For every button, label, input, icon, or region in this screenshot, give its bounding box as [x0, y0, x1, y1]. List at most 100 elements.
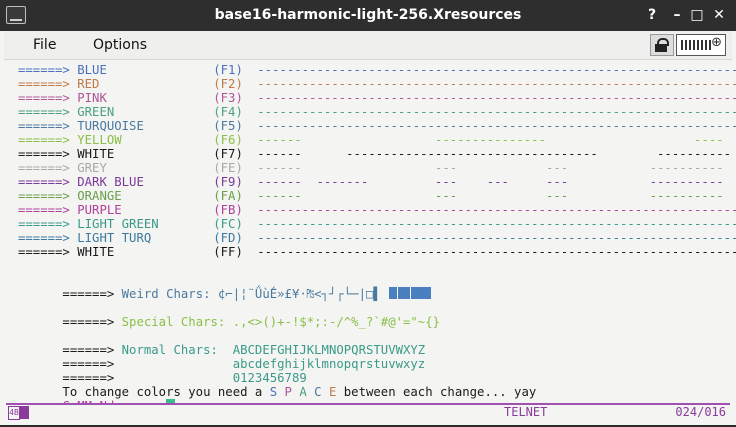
weird-chars: ¢⌐|¦¨Ǘù̃É»£¥·₧<┐┘┌└─|□▌	[217, 287, 381, 301]
special-chars: .,<>()+-!$*;:-/^%_?`#@'="~{}	[232, 315, 441, 329]
row-color-name: RED	[77, 77, 100, 91]
menu-bar: File Options	[4, 31, 732, 60]
lock-icon[interactable]	[650, 34, 674, 56]
row-color-name: WHITE	[77, 245, 115, 259]
menu-file[interactable]: File	[33, 31, 56, 59]
color-row: ======> WHITE (FF) -----------------------…	[18, 245, 736, 259]
color-row: ======> LIGHT TURQ (FD) ------------------…	[18, 231, 736, 245]
status-icons	[650, 34, 726, 56]
close-icon[interactable]: ✕	[709, 5, 729, 25]
row-function-key: (FB)	[213, 203, 243, 217]
normal-chars-line-digits: ======> 0123456789	[18, 357, 306, 385]
row-color-name: BLUE	[77, 63, 107, 77]
minimize-icon[interactable]: –	[667, 5, 687, 25]
row-dashes: ------ --- --- ----------	[257, 189, 724, 203]
row-arrow: ======>	[18, 91, 70, 105]
color-row: ======> PURPLE (FB) ----------------------…	[18, 203, 736, 217]
row-dashes: ------ ---------------------------------…	[257, 147, 732, 161]
row-dashes: ------ ------- --- --- --- ----------	[257, 175, 724, 189]
window-title: base16-harmonic-light-256.Xresources	[214, 7, 522, 23]
color-row: ======> TURQUOISE (F5) -------------------…	[18, 119, 736, 133]
color-row: ======> GREEN (F4) -----------------------…	[18, 105, 736, 119]
row-color-name: TURQUOISE	[77, 119, 144, 133]
row-function-key: (F1)	[213, 63, 243, 77]
x3270-window: base16-harmonic-light-256.Xresources ? –…	[0, 0, 736, 425]
row-function-key: (F4)	[213, 105, 243, 119]
status-badge: 4B	[8, 406, 20, 420]
keyboard-icon[interactable]	[676, 34, 726, 56]
special-chars-line: ======> Special Chars: .,<>()+-!$*;:-/^%…	[18, 301, 440, 329]
row-arrow: ======>	[18, 77, 70, 91]
row-arrow: ======>	[18, 133, 70, 147]
status-bar: 4B TELNET 024/016	[6, 403, 730, 421]
info-a: A	[299, 385, 307, 399]
row-dashes: ----------------------------------------…	[257, 77, 736, 91]
row-arrow: ======>	[18, 217, 70, 231]
row-function-key: (FC)	[213, 217, 243, 231]
row-dashes: ------ --- --- ----------	[257, 161, 724, 175]
info-s: S	[269, 385, 278, 399]
row-function-key: (F7)	[213, 147, 243, 161]
row-dashes: ----------------------------------------…	[257, 105, 736, 119]
row-function-key: (FA)	[213, 189, 243, 203]
weird-block	[410, 287, 431, 299]
color-row: ======> BLUE (F1) ------------------------…	[18, 63, 736, 77]
status-block-icon	[20, 406, 29, 419]
color-row: ======> WHITE (F7) ------ ----------------…	[18, 147, 731, 161]
color-row: ======> LIGHT GREEN (FC) -----------------…	[18, 217, 736, 231]
row-arrow: ======>	[18, 147, 70, 161]
row-arrow: ======>	[18, 231, 70, 245]
terminal-screen[interactable]: ======> BLUE (F1) ------------------------…	[6, 60, 736, 413]
maximize-icon[interactable]: □	[687, 5, 707, 25]
arrow: ======>	[62, 287, 115, 301]
row-dashes: ----------------------------------------…	[257, 119, 736, 133]
row-color-name: PURPLE	[77, 203, 122, 217]
row-color-name: DARK BLUE	[77, 175, 144, 189]
row-color-name: GREY	[77, 161, 107, 175]
color-row: ======> GREY (FE) ------ --- --- ---------…	[18, 161, 724, 175]
menu-options[interactable]: Options	[93, 31, 147, 59]
row-function-key: (FF)	[213, 245, 243, 259]
special-label: Special Chars:	[121, 315, 226, 329]
row-color-name: LIGHT TURQ	[77, 231, 152, 245]
row-color-name: LIGHT GREEN	[77, 217, 159, 231]
row-arrow: ======>	[18, 119, 70, 133]
row-arrow: ======>	[18, 63, 70, 77]
title-bar: base16-harmonic-light-256.Xresources ? –…	[0, 0, 736, 31]
row-arrow: ======>	[18, 189, 70, 203]
weird-label: Weird Chars:	[121, 287, 211, 301]
row-function-key: (F5)	[213, 119, 243, 133]
row-dashes: ----------------------------------------…	[257, 231, 736, 245]
row-color-name: YELLOW	[77, 133, 122, 147]
info-suffix: between each change... yay	[336, 385, 537, 399]
command-line[interactable]: CoMMaNd ===>	[18, 385, 176, 413]
row-dashes: ------ --------------- ----	[257, 133, 724, 147]
row-function-key: (FD)	[213, 231, 243, 245]
status-left: 4B	[8, 406, 29, 420]
row-arrow: ======>	[18, 105, 70, 119]
row-dashes: ----------------------------------------…	[257, 91, 736, 105]
weird-block	[388, 287, 397, 299]
color-row: ======> RED (F2) -------------------------…	[18, 77, 736, 91]
row-color-name: ORANGE	[77, 189, 122, 203]
cursor-position: 024/016	[675, 405, 726, 419]
row-function-key: (FE)	[213, 161, 243, 175]
row-function-key: (F2)	[213, 77, 243, 91]
weird-chars-line: ======> Weird Chars: ¢⌐|¦¨Ǘù̃É»£¥·₧<┐┘┌└…	[18, 273, 431, 301]
help-icon[interactable]: ?	[642, 5, 662, 25]
row-dashes: ----------------------------------------…	[257, 63, 736, 77]
row-dashes: ----------------------------------------…	[257, 203, 736, 217]
status-mode: TELNET	[504, 405, 548, 419]
row-function-key: (F6)	[213, 133, 243, 147]
row-color-name: GREEN	[77, 105, 115, 119]
row-dashes: ----------------------------------------…	[257, 245, 736, 259]
row-color-name: PINK	[77, 91, 107, 105]
info-c: C	[314, 385, 322, 399]
row-function-key: (F3)	[213, 91, 243, 105]
row-dashes: ----------------------------------------…	[257, 217, 736, 231]
color-row: ======> YELLOW (F6) ------ ---------------…	[18, 133, 724, 147]
row-arrow: ======>	[18, 161, 70, 175]
arrow: ======>	[62, 315, 115, 329]
color-row: ======> DARK BLUE (F9) ------ ------- --- …	[18, 175, 724, 189]
color-row: ======> ORANGE (FA) ------ --- --- -------…	[18, 189, 724, 203]
